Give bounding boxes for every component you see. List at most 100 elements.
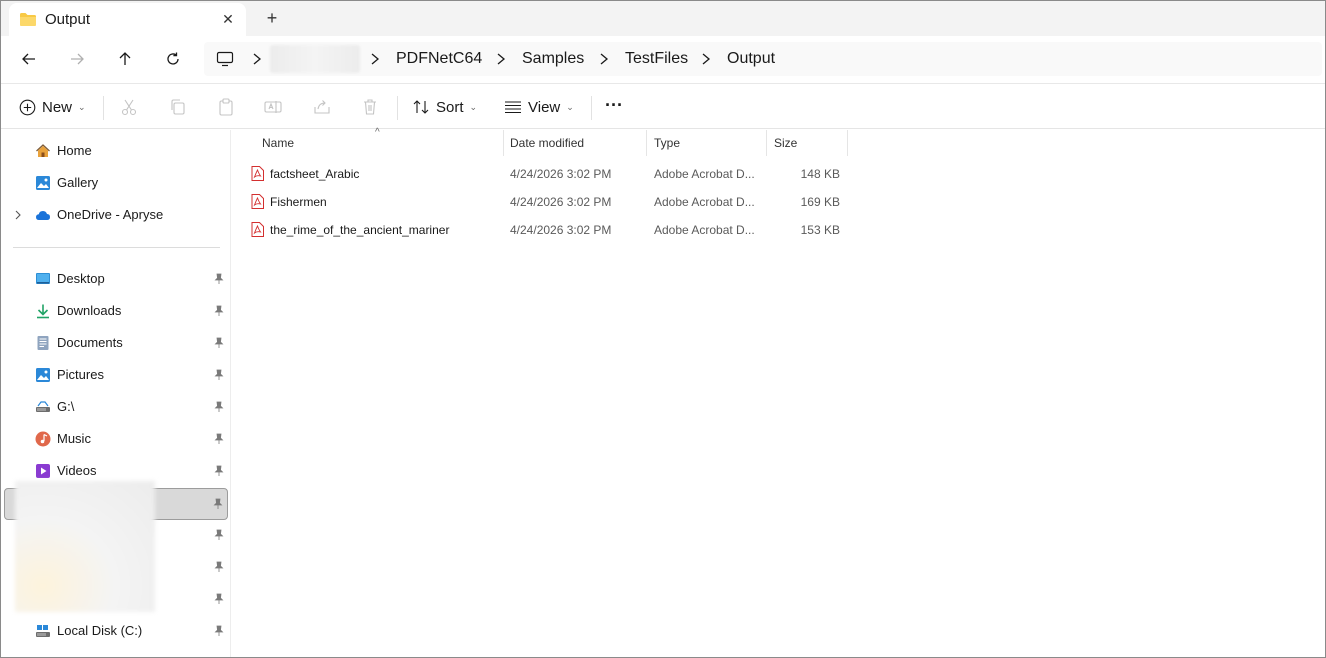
nav-item-music[interactable]: Music — [5, 424, 228, 454]
cloud-icon — [36, 211, 50, 220]
chevron-right-icon[interactable] — [699, 51, 713, 67]
nav-label: OneDrive - Apryse — [57, 207, 164, 222]
pin-icon[interactable] — [214, 273, 224, 285]
nav-label: Local Disk (C:) — [57, 623, 143, 638]
breadcrumb-item[interactable]: Samples — [522, 42, 584, 76]
divider — [103, 96, 104, 120]
nav-item-onedrive[interactable]: OneDrive - Apryse — [5, 200, 228, 230]
address-row: PDFNetC64 Samples TestFiles Output — [1, 36, 1325, 83]
up-button[interactable] — [111, 46, 139, 72]
more-icon: ··· — [605, 94, 623, 115]
file-row[interactable]: Fishermen 4/24/2026 3:02 PM Adobe Acroba… — [248, 188, 848, 216]
pin-icon[interactable] — [214, 625, 224, 637]
new-tab-button[interactable]: + — [261, 7, 283, 29]
new-label: New — [42, 98, 73, 116]
file-date: 4/24/2026 3:02 PM — [510, 167, 612, 181]
nav-item-documents[interactable]: Documents — [5, 328, 228, 358]
nav-item-pictures[interactable]: Pictures — [5, 360, 228, 390]
tab-output[interactable]: Output ✕ — [9, 3, 246, 36]
sort-button[interactable]: Sort ⌄ — [412, 94, 477, 120]
copy-icon[interactable] — [168, 97, 188, 117]
pin-icon[interactable] — [214, 465, 224, 477]
file-date: 4/24/2026 3:02 PM — [510, 195, 612, 209]
pin-icon[interactable] — [214, 305, 224, 317]
command-bar: New ⌄ Sort ⌄ View ⌄ ··· — [1, 83, 1325, 129]
back-button[interactable] — [15, 46, 43, 72]
redacted-area — [15, 481, 155, 612]
arrow-up-icon — [119, 52, 131, 65]
share-icon[interactable] — [312, 97, 332, 117]
file-name: the_rime_of_the_ancient_mariner — [270, 223, 450, 237]
nav-item-desktop[interactable]: Desktop — [5, 264, 228, 294]
pin-icon[interactable] — [214, 369, 224, 381]
more-options-button[interactable]: ··· — [605, 92, 623, 118]
monitor-icon[interactable] — [216, 51, 234, 67]
chevron-right-icon[interactable] — [250, 51, 264, 67]
drive-icon — [36, 401, 50, 412]
nav-item-local-disk[interactable]: Local Disk (C:) — [5, 616, 228, 646]
cut-icon[interactable] — [119, 97, 139, 117]
tab-strip: Output ✕ + — [1, 1, 1325, 36]
breadcrumb-item[interactable]: TestFiles — [625, 42, 688, 76]
file-name: factsheet_Arabic — [270, 167, 360, 181]
column-header-size[interactable]: Size — [766, 130, 848, 156]
file-date: 4/24/2026 3:02 PM — [510, 223, 612, 237]
pin-icon[interactable] — [214, 561, 224, 573]
pin-icon[interactable] — [214, 433, 224, 445]
chevron-right-icon[interactable] — [368, 51, 382, 67]
view-button[interactable]: View ⌄ — [504, 94, 574, 120]
nav-item-home[interactable]: Home — [5, 136, 228, 166]
divider — [397, 96, 398, 120]
paste-icon[interactable] — [216, 97, 236, 117]
file-name: Fishermen — [270, 195, 327, 209]
pin-icon[interactable] — [214, 337, 224, 349]
nav-item-downloads[interactable]: Downloads — [5, 296, 228, 326]
nav-label: Downloads — [57, 303, 122, 318]
chevron-down-icon: ⌄ — [469, 101, 478, 112]
chevron-right-icon[interactable] — [14, 209, 22, 221]
chevron-right-icon[interactable] — [597, 51, 611, 67]
chevron-down-icon: ⌄ — [78, 101, 86, 112]
arrow-right-icon — [71, 53, 84, 65]
refresh-button[interactable] — [159, 46, 187, 72]
sort-label: Sort — [436, 98, 464, 116]
pdf-file-icon — [251, 222, 264, 237]
column-header-type[interactable]: Type — [646, 130, 767, 156]
nav-label: Music — [57, 431, 91, 446]
column-header-date[interactable]: Date modified — [502, 130, 647, 156]
refresh-icon — [167, 52, 179, 65]
nav-item-g-drive[interactable]: G:\ — [5, 392, 228, 422]
folder-icon — [20, 13, 36, 26]
nav-label: Gallery — [57, 175, 99, 190]
home-icon — [36, 144, 50, 157]
pin-icon[interactable] — [214, 529, 224, 541]
view-list-icon — [505, 101, 521, 114]
nav-label: G:\ — [57, 399, 75, 414]
divider — [591, 96, 592, 120]
pin-icon[interactable] — [214, 401, 224, 413]
delete-icon[interactable] — [360, 97, 380, 117]
file-size: 153 KB — [800, 223, 840, 237]
local-disk-icon — [36, 625, 50, 637]
videos-icon — [36, 464, 50, 478]
chevron-down-icon: ⌄ — [566, 101, 574, 112]
new-button[interactable]: New ⌄ — [19, 94, 86, 120]
plus-circle-icon — [19, 99, 36, 115]
address-bar[interactable]: PDFNetC64 Samples TestFiles Output — [204, 42, 1322, 76]
forward-button[interactable] — [63, 46, 91, 72]
file-type: Adobe Acrobat D... — [654, 195, 755, 209]
nav-item-gallery[interactable]: Gallery — [5, 168, 228, 198]
chevron-right-icon[interactable] — [494, 51, 508, 67]
close-icon[interactable]: ✕ — [218, 9, 238, 29]
breadcrumb-item[interactable]: Output — [727, 42, 775, 76]
pin-icon[interactable] — [213, 498, 223, 510]
breadcrumb-item[interactable]: PDFNetC64 — [396, 42, 482, 76]
rename-icon[interactable] — [263, 97, 283, 117]
file-row[interactable]: the_rime_of_the_ancient_mariner 4/24/202… — [248, 216, 848, 244]
column-header-name[interactable]: Name — [254, 130, 504, 156]
sort-icon — [413, 100, 429, 114]
file-row[interactable]: factsheet_Arabic 4/24/2026 3:02 PM Adobe… — [248, 160, 848, 188]
gallery-icon — [36, 176, 50, 190]
nav-label: Pictures — [57, 367, 104, 382]
pin-icon[interactable] — [214, 593, 224, 605]
